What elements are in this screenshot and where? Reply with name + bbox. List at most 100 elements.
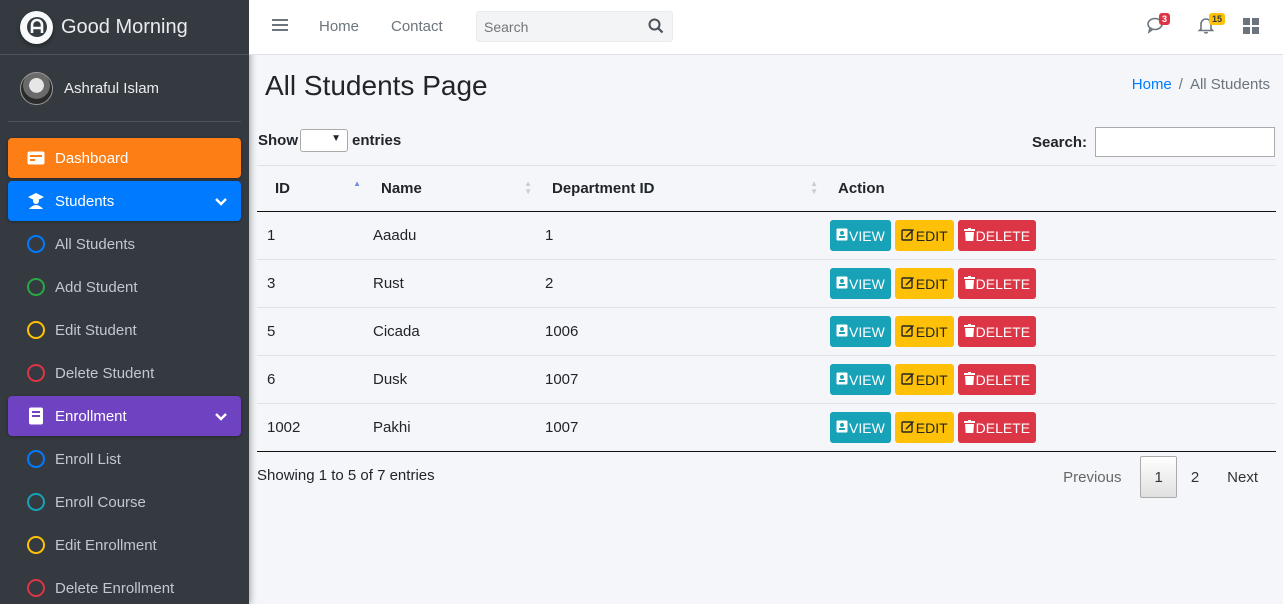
sidebar-item-students[interactable]: Students: [8, 181, 241, 221]
table-info: Showing 1 to 5 of 7 entries: [257, 467, 435, 484]
sidebar-item-label: Students: [55, 192, 115, 210]
table-row: 5 Cicada 1006 VIEW EDIT DELETE: [257, 307, 1276, 356]
entries-select[interactable]: ▼: [300, 129, 348, 152]
view-button-label: VIEW: [849, 275, 885, 292]
view-button-label: VIEW: [849, 371, 885, 388]
column-header-label: Department ID: [552, 180, 655, 197]
view-button[interactable]: VIEW: [830, 364, 891, 395]
table-search-input[interactable]: [1095, 127, 1275, 157]
sidebar-item-label: Edit Student: [55, 321, 137, 339]
sidebar-nav: Dashboard Students All Students Add Stud…: [0, 138, 249, 604]
trash-icon: [963, 323, 976, 340]
breadcrumb-home-link[interactable]: Home: [1132, 76, 1172, 93]
pagination-previous[interactable]: Previous: [1049, 456, 1140, 498]
edit-button[interactable]: EDIT: [894, 412, 954, 443]
circle-icon: [27, 278, 45, 296]
dashboard-icon: [27, 149, 45, 167]
delete-button[interactable]: DELETE: [957, 316, 1037, 347]
book-icon: [27, 407, 45, 425]
pagination-page-1[interactable]: 1: [1140, 456, 1177, 498]
breadcrumb-current: All Students: [1189, 76, 1270, 93]
table-body: 1 Aaadu 1 VIEW EDIT DELETE 3 Rust 2 VIEW EDIT DELET…: [257, 211, 1276, 452]
sidebar-item-dashboard[interactable]: Dashboard: [8, 138, 241, 178]
id-card-icon: [836, 276, 849, 292]
grid-apps-icon[interactable]: [1243, 18, 1259, 39]
sidebar-item-add-student[interactable]: Add Student: [8, 267, 241, 307]
nav-contact-link[interactable]: Contact: [391, 18, 443, 35]
table-row: 1002 Pakhi 1007 VIEW EDIT DELETE: [257, 403, 1276, 452]
delete-button[interactable]: DELETE: [957, 220, 1037, 251]
notifications-count-badge: 15: [1209, 13, 1226, 25]
notifications-button[interactable]: 15: [1197, 13, 1226, 39]
table-header-row: ID ▲ Name ▲ ▼ Department ID ▲ ▼ Action: [257, 165, 1276, 212]
cell-id: 5: [257, 307, 371, 356]
circle-icon: [27, 364, 45, 382]
id-card-icon: [836, 324, 849, 340]
delete-button[interactable]: DELETE: [957, 268, 1037, 299]
column-header-label: ID: [275, 180, 290, 197]
graduate-icon: [27, 192, 45, 210]
table-row: 3 Rust 2 VIEW EDIT DELETE: [257, 259, 1276, 308]
column-header-department-id[interactable]: Department ID ▲ ▼: [542, 165, 828, 212]
navbar-search-input[interactable]: [477, 12, 637, 41]
cell-name: Rust: [371, 259, 542, 308]
view-button[interactable]: VIEW: [830, 268, 891, 299]
circle-icon: [27, 321, 45, 339]
pagination-next[interactable]: Next: [1213, 456, 1283, 498]
delete-button-label: DELETE: [975, 371, 1031, 388]
sidebar-item-edit-enrollment[interactable]: Edit Enrollment: [8, 525, 241, 565]
sidebar-item-all-students[interactable]: All Students: [8, 224, 241, 264]
sidebar-item-label: Enroll List: [55, 450, 121, 468]
table-row: 1 Aaadu 1 VIEW EDIT DELETE: [257, 211, 1276, 260]
sidebar-item-enroll-course[interactable]: Enroll Course: [8, 482, 241, 522]
cell-name: Dusk: [371, 355, 542, 404]
edit-button[interactable]: EDIT: [894, 268, 954, 299]
user-name: Ashraful Islam: [64, 79, 160, 97]
cell-department-id: 2: [542, 259, 828, 308]
trash-icon: [963, 227, 976, 244]
sidebar-item-enroll-list[interactable]: Enroll List: [8, 439, 241, 479]
edit-button-label: EDIT: [915, 227, 948, 244]
delete-button-label: DELETE: [975, 275, 1031, 292]
user-panel[interactable]: Ashraful Islam: [8, 55, 241, 122]
column-header-id[interactable]: ID ▲: [257, 165, 371, 212]
cell-action: VIEW EDIT DELETE: [828, 211, 1276, 260]
column-header-name[interactable]: Name ▲ ▼: [371, 165, 542, 212]
cell-id: 3: [257, 259, 371, 308]
page-title: All Students Page: [265, 70, 488, 101]
delete-button[interactable]: DELETE: [957, 364, 1037, 395]
view-button-label: VIEW: [849, 323, 885, 340]
cell-id: 6: [257, 355, 371, 404]
sort-icon: ▲ ▼: [524, 179, 532, 196]
sidebar-item-edit-student[interactable]: Edit Student: [8, 310, 241, 350]
sidebar-item-delete-enrollment[interactable]: Delete Enrollment: [8, 568, 241, 604]
edit-icon: [901, 276, 916, 292]
brand-logo-icon: [20, 10, 53, 44]
messages-button[interactable]: 3: [1147, 13, 1171, 39]
brand-link[interactable]: Good Morning: [0, 0, 249, 55]
view-button[interactable]: VIEW: [830, 412, 891, 443]
sidebar-item-label: Enrollment: [55, 407, 127, 425]
cell-id: 1002: [257, 403, 371, 452]
edit-button[interactable]: EDIT: [894, 364, 954, 395]
edit-button[interactable]: EDIT: [894, 220, 954, 251]
nav-home-link[interactable]: Home: [319, 18, 359, 35]
trash-icon: [963, 371, 976, 388]
sidebar-item-label: Delete Enrollment: [55, 579, 175, 597]
search-icon[interactable]: [648, 18, 664, 39]
cell-department-id: 1006: [542, 307, 828, 356]
edit-button[interactable]: EDIT: [894, 316, 954, 347]
sort-asc-icon: ▲: [353, 179, 361, 188]
cell-id: 1: [257, 211, 371, 260]
pagination-page-2[interactable]: 2: [1177, 456, 1213, 498]
view-button[interactable]: VIEW: [830, 220, 891, 251]
circle-icon: [27, 536, 45, 554]
delete-button[interactable]: DELETE: [957, 412, 1037, 443]
sidebar-item-delete-student[interactable]: Delete Student: [8, 353, 241, 393]
cell-action: VIEW EDIT DELETE: [828, 307, 1276, 356]
sidebar-item-enrollment[interactable]: Enrollment: [8, 396, 241, 436]
menu-toggle-icon[interactable]: [272, 18, 288, 37]
view-button-label: VIEW: [849, 419, 885, 436]
view-button[interactable]: VIEW: [830, 316, 891, 347]
chevron-down-icon: [215, 194, 227, 211]
